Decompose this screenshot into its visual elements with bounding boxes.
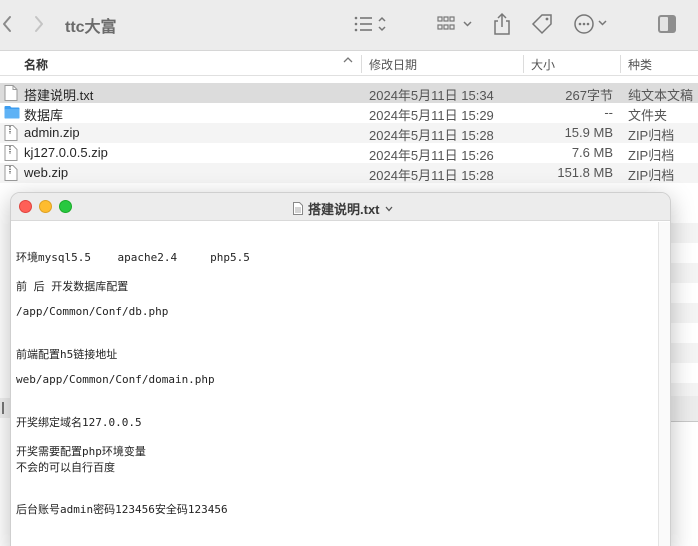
file-kind: 纯文本文稿 <box>628 88 694 103</box>
grid-icon <box>437 16 472 30</box>
sort-ascending-icon <box>343 56 353 67</box>
vertical-scrollbar[interactable] <box>658 222 670 546</box>
list-view-icon <box>354 16 386 32</box>
text-line: 前 后 开发数据库配置 <box>16 280 129 293</box>
file-date: 2024年5月11日 15:34 <box>369 88 494 103</box>
finder-pathbar <box>671 396 698 422</box>
file-size: 151.8 MB <box>557 165 613 180</box>
text-line: 不会的可以自行百度 <box>16 461 115 474</box>
back-button[interactable] <box>0 12 14 36</box>
file-row[interactable]: kj127.0.0.5.zip 2024年5月11日 15:26 7.6 MB … <box>0 143 698 163</box>
maximize-button[interactable] <box>59 200 72 213</box>
text-content[interactable]: 环境mysql5.5 apache2.4 php5.5 前 后 开发数据库配置 … <box>11 222 659 546</box>
group-view-button[interactable] <box>437 13 475 35</box>
resize-handle <box>2 402 5 414</box>
file-row[interactable]: 搭建说明.txt 2024年5月11日 15:34 267字节 纯文本文稿 <box>0 83 698 103</box>
tag-icon <box>531 14 552 35</box>
file-date: 2024年5月11日 15:28 <box>369 168 494 183</box>
zip-file-icon <box>4 165 18 181</box>
text-line: 开奖需要配置php环境变量 <box>16 445 146 458</box>
finder-toolbar: ttc大富 <box>0 0 698 51</box>
ellipsis-circle-icon <box>574 14 607 34</box>
file-name: admin.zip <box>24 125 80 140</box>
list-view-button[interactable] <box>354 13 390 35</box>
text-line: /app/Common/Conf/db.php <box>16 305 169 318</box>
file-list: 搭建说明.txt 2024年5月11日 15:34 267字节 纯文本文稿 数据… <box>0 83 698 183</box>
file-name: 搭建说明.txt <box>24 88 94 103</box>
window-title: ttc大富 <box>65 19 117 36</box>
text-line: 前端配置h5链接地址 <box>16 348 118 361</box>
text-line: 后台账号admin密码123456安全码123456 <box>16 503 228 516</box>
column-divider <box>361 55 362 73</box>
preview-button[interactable] <box>656 13 678 35</box>
column-date[interactable]: 修改日期 <box>369 56 417 73</box>
more-actions-button[interactable] <box>573 12 609 36</box>
file-size: 267字节 <box>565 88 613 103</box>
zip-file-icon <box>4 125 18 141</box>
empty-row-stripe <box>671 303 698 323</box>
editor-title-menu[interactable]: 搭建说明.txt <box>293 199 393 218</box>
file-kind: ZIP归档 <box>628 168 675 183</box>
file-name: 数据库 <box>24 108 64 123</box>
file-name: kj127.0.0.5.zip <box>24 145 108 160</box>
empty-row-stripe <box>671 223 698 243</box>
text-line: 环境mysql5.5 apache2.4 php5.5 <box>16 251 250 264</box>
chevron-down-icon <box>385 206 393 211</box>
text-line: 开奖绑定域名127.0.0.5 <box>16 416 142 429</box>
file-date: 2024年5月11日 15:26 <box>369 148 494 163</box>
file-row[interactable]: 数据库 2024年5月11日 15:29 -- 文件夹 <box>0 103 698 123</box>
column-name[interactable]: 名称 <box>24 56 48 73</box>
column-kind[interactable]: 种类 <box>628 56 652 73</box>
textedit-window: 搭建说明.txt 环境mysql5.5 apache2.4 php5.5 前 后… <box>10 192 671 546</box>
zip-file-icon <box>4 145 18 161</box>
file-size: 15.9 MB <box>564 125 613 140</box>
file-name: web.zip <box>24 165 69 180</box>
document-icon <box>293 202 303 215</box>
empty-row-stripe <box>671 263 698 283</box>
file-kind: 文件夹 <box>628 108 668 123</box>
file-row[interactable]: admin.zip 2024年5月11日 15:28 15.9 MB ZIP归档 <box>0 123 698 143</box>
column-divider <box>523 55 524 73</box>
file-size: -- <box>604 105 613 120</box>
file-kind: ZIP归档 <box>628 148 675 163</box>
editor-titlebar: 搭建说明.txt <box>11 193 670 221</box>
file-row[interactable]: web.zip 2024年5月11日 15:28 151.8 MB ZIP归档 <box>0 163 698 183</box>
chevron-right-icon <box>35 16 43 32</box>
text-line: web/app/Common/Conf/domain.php <box>16 373 215 386</box>
column-header: 名称 修改日期 大小 种类 <box>0 52 698 76</box>
column-size[interactable]: 大小 <box>531 56 555 73</box>
minimize-button[interactable] <box>39 200 52 213</box>
preview-icon <box>658 15 676 33</box>
share-button[interactable] <box>491 11 513 37</box>
forward-button[interactable] <box>32 12 46 36</box>
chevron-left-icon <box>3 16 11 32</box>
file-kind: ZIP归档 <box>628 128 675 143</box>
column-divider <box>620 55 621 73</box>
empty-row-stripe <box>671 343 698 363</box>
share-icon <box>494 12 510 35</box>
file-date: 2024年5月11日 15:28 <box>369 128 494 143</box>
file-date: 2024年5月11日 15:29 <box>369 108 494 123</box>
text-file-icon <box>4 85 18 101</box>
close-button[interactable] <box>19 200 32 213</box>
file-size: 7.6 MB <box>571 145 613 160</box>
folder-icon <box>4 105 20 121</box>
tag-button[interactable] <box>530 12 554 36</box>
editor-title: 搭建说明.txt <box>308 202 380 217</box>
